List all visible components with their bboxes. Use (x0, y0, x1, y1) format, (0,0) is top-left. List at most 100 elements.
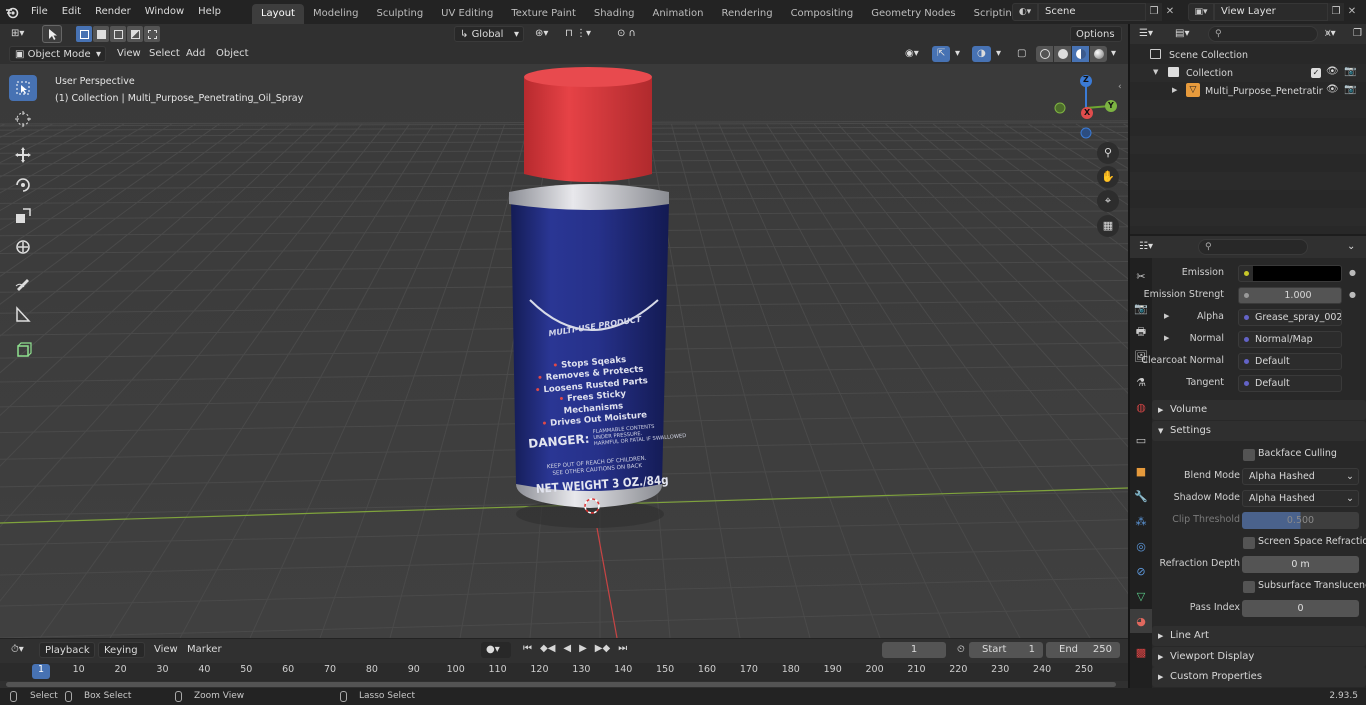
backface-culling-row[interactable]: Backface Culling (1130, 444, 1366, 466)
material-shading-icon[interactable] (1072, 46, 1089, 62)
xray-toggle-icon[interactable]: ▢ (1012, 46, 1031, 62)
gizmo-toggle-icon[interactable]: ⇱ (932, 46, 951, 62)
settings-panel[interactable]: ▼ Settings (1152, 421, 1366, 441)
outliner-row-object[interactable]: ▶ ▽ Multi_Purpose_Penetratir 👁 📷 (1130, 82, 1366, 100)
start-frame-field[interactable]: Start 1 (969, 642, 1043, 658)
record-icon[interactable]: ●▾ (481, 642, 511, 658)
zoom-icon[interactable]: ⚲ (1097, 142, 1119, 164)
editor-type-icon[interactable]: ⊞▾ (6, 26, 29, 42)
grid-view-icon[interactable]: ▦ (1097, 215, 1119, 237)
select-mode-buttons[interactable] (76, 26, 160, 42)
rotate-tool[interactable] (9, 172, 37, 198)
delete-scene-icon[interactable]: ✕ (1162, 3, 1178, 21)
play-reverse-icon[interactable]: ◀ (560, 642, 574, 655)
measure-tool[interactable] (9, 301, 37, 327)
tab-rendering[interactable]: Rendering (712, 4, 781, 24)
preview-range-icon[interactable]: ⏲ (952, 642, 970, 658)
clip-threshold-slider[interactable]: 0.500 (1242, 512, 1359, 529)
annotate-tool[interactable] (9, 270, 37, 296)
menu-select[interactable]: Select (144, 46, 185, 62)
select-subtract-icon[interactable] (110, 26, 126, 42)
prop-socket-field[interactable]: Normal/Map (1238, 331, 1342, 348)
viewport-display-panel[interactable]: ▶ Viewport Display (1152, 647, 1366, 667)
menu-file[interactable]: File (24, 0, 55, 24)
snap-icon[interactable]: ⊓ ⋮▾ (560, 26, 596, 42)
filter-icon[interactable]: ⩙▾ (1320, 26, 1341, 42)
keying-menu[interactable]: Keying ▾ (98, 642, 145, 672)
overlay-toggle-icon[interactable]: ◑ (972, 46, 991, 62)
blend-mode-dropdown[interactable]: Alpha Hashed ⌄ (1242, 468, 1359, 485)
tab-geometry-nodes[interactable]: Geometry Nodes (862, 4, 964, 24)
3d-viewport[interactable]: MULTI-USE PRODUCT • Stops Sqeaks • Remove… (0, 64, 1128, 638)
outliner-search-input[interactable]: ⚲ (1208, 26, 1318, 42)
new-view-layer-icon[interactable]: ❐ (1328, 3, 1344, 21)
view-layer-name[interactable]: View Layer (1214, 3, 1328, 21)
menu-render[interactable]: Render (88, 0, 138, 24)
prop-socket-field[interactable]: Grease_spray_002_... (1238, 309, 1342, 326)
expand-icon[interactable]: ▶ (1164, 334, 1169, 342)
tab-compositing[interactable]: Compositing (782, 4, 863, 24)
custom-properties-panel[interactable]: ▶ Custom Properties (1152, 667, 1366, 687)
collapse-sidebar-icon[interactable]: ‹ (1118, 82, 1122, 92)
tab-animation[interactable]: Animation (644, 4, 713, 24)
visibility-icon[interactable]: ◉▾ (900, 46, 924, 62)
tab-uv-editing[interactable]: UV Editing (432, 4, 502, 24)
menu-add[interactable]: Add (181, 46, 210, 62)
overlay-dropdown-icon[interactable]: ▾ (991, 46, 1006, 62)
scene-name[interactable]: Scene (1038, 3, 1146, 21)
view-layer-selector[interactable]: ▣▾ View Layer ❐ ✕ (1188, 3, 1364, 21)
select-new-icon[interactable] (76, 26, 92, 42)
menu-window[interactable]: Window (138, 0, 191, 24)
properties-options-icon[interactable]: ⌄ (1342, 239, 1360, 255)
expand-object-icon[interactable]: ▶ (1172, 86, 1177, 94)
tab-shading[interactable]: Shading (585, 4, 644, 24)
tab-modeling[interactable]: Modeling (304, 4, 368, 24)
camera-view-icon[interactable]: ⌖ (1097, 190, 1119, 212)
jump-start-icon[interactable]: ⏮ (520, 642, 535, 655)
cursor-tool[interactable] (9, 106, 37, 132)
ssr-row[interactable]: Screen Space Refraction (1130, 532, 1366, 554)
proportional-edit-icon[interactable]: ⊙ ∩ (612, 26, 641, 42)
transform-tool[interactable] (9, 234, 37, 260)
rendered-shading-icon[interactable] (1090, 46, 1107, 62)
next-keyframe-icon[interactable]: ▶◆ (592, 642, 613, 655)
shadow-mode-dropdown[interactable]: Alpha Hashed ⌄ (1242, 490, 1359, 507)
timeline-scrollbar[interactable] (6, 682, 1116, 687)
prop-socket-field[interactable]: Default (1238, 375, 1342, 392)
expand-icon[interactable]: ▶ (1164, 312, 1169, 320)
outliner-display-mode-icon[interactable]: ▤▾ (1170, 26, 1194, 42)
shading-dropdown-icon[interactable]: ▾ (1106, 46, 1121, 62)
tab-texture-paint[interactable]: Texture Paint (502, 4, 585, 24)
orientation-dropdown[interactable]: ↳ Global ▾ (454, 26, 524, 42)
exclude-checkbox-icon[interactable]: ✓ (1311, 68, 1321, 78)
select-extend-icon[interactable] (93, 26, 109, 42)
timeline-view-menu[interactable]: View (149, 642, 183, 658)
select-intersect-icon[interactable] (144, 26, 160, 42)
refraction-depth-field[interactable]: 0 m (1242, 556, 1359, 573)
options-dropdown[interactable]: Options ▾ (1070, 26, 1122, 56)
mode-dropdown[interactable]: ▣ Object Mode ▾ (9, 46, 106, 62)
tab-layout[interactable]: Layout (251, 4, 304, 24)
outliner-row-scene-collection[interactable]: Scene Collection (1130, 46, 1366, 64)
backface-culling-checkbox[interactable] (1243, 449, 1255, 461)
prev-keyframe-icon[interactable]: ◆◀ (537, 642, 558, 655)
solid-shading-icon[interactable] (1054, 46, 1071, 62)
blender-logo-icon[interactable] (0, 0, 24, 24)
outliner-editor-type-icon[interactable]: ☰▾ (1134, 26, 1158, 42)
expand-collection-icon[interactable]: ▼ (1153, 68, 1158, 76)
menu-view[interactable]: View (112, 46, 146, 62)
prop-socket-field[interactable] (1238, 265, 1342, 282)
render-camera-icon[interactable]: 📷 (1344, 66, 1356, 77)
scale-tool[interactable] (9, 203, 37, 229)
gizmo-dropdown-icon[interactable]: ▾ (950, 46, 965, 62)
end-frame-field[interactable]: End 250 (1046, 642, 1120, 658)
line-art-panel[interactable]: ▶ Line Art (1152, 626, 1366, 646)
tweak-tool-icon[interactable] (42, 25, 62, 43)
shading-buttons[interactable] (1036, 46, 1107, 62)
menu-object[interactable]: Object (211, 46, 254, 62)
new-scene-icon[interactable]: ❐ (1146, 3, 1162, 21)
pan-hand-icon[interactable]: ✋ (1097, 166, 1119, 188)
animate-dot-icon[interactable]: ● (1349, 268, 1356, 277)
world-tab-icon[interactable]: ◍ (1130, 395, 1152, 419)
properties-editor-type-icon[interactable]: ☷▾ (1134, 239, 1158, 255)
